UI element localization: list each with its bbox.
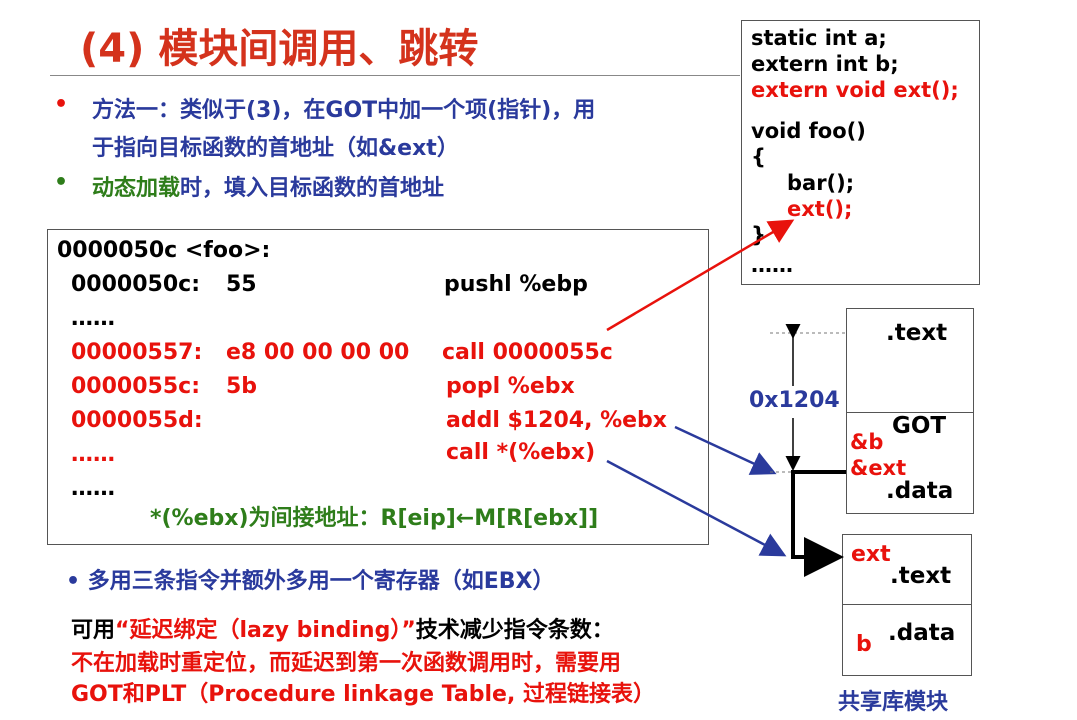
arrows-overlay bbox=[606, 219, 846, 577]
got-to-ext-pointer bbox=[791, 470, 846, 577]
indirect-call-arrow bbox=[606, 459, 787, 557]
ebx-to-got-arrow bbox=[674, 425, 777, 475]
call-to-ext-arrow bbox=[606, 219, 795, 332]
